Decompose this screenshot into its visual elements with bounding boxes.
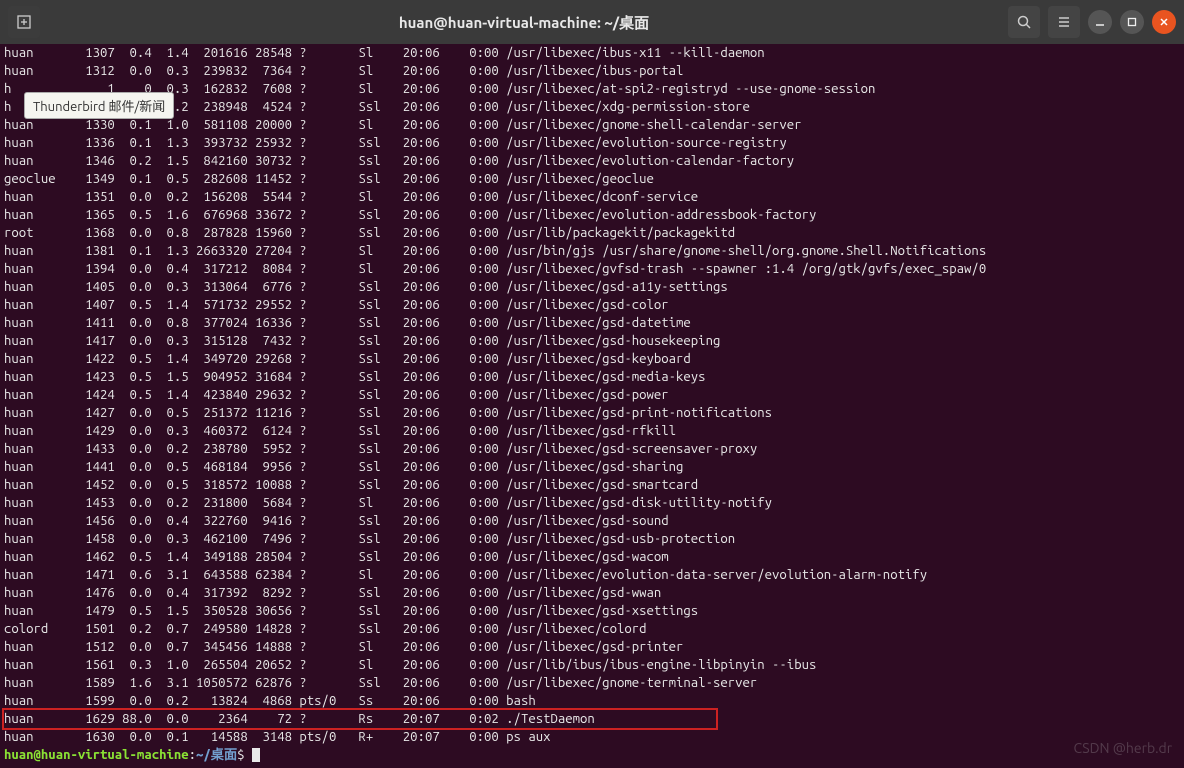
- process-row: huan 1429 0.0 0.3 460372 6124 ? Ssl 20:0…: [4, 422, 1180, 440]
- process-row: colord 1501 0.2 0.7 249580 14828 ? Ssl 2…: [4, 620, 1180, 638]
- process-row: huan 1307 0.4 1.4 201616 28548 ? Sl 20:0…: [4, 44, 1180, 62]
- menu-button[interactable]: [1048, 6, 1080, 38]
- process-row: huan 1479 0.5 1.5 350528 30656 ? Ssl 20:…: [4, 602, 1180, 620]
- process-row: huan 1424 0.5 1.4 423840 29632 ? Ssl 20:…: [4, 386, 1180, 404]
- process-row: huan 1456 0.0 0.4 322760 9416 ? Ssl 20:0…: [4, 512, 1180, 530]
- process-row: huan 1629 88.0 0.0 2364 72 ? Rs 20:07 0:…: [4, 710, 1180, 728]
- maximize-button[interactable]: [1120, 10, 1144, 34]
- process-row: root 1368 0.0 0.8 287828 15960 ? Ssl 20:…: [4, 224, 1180, 242]
- process-row: huan 1346 0.2 1.5 842160 30732 ? Ssl 20:…: [4, 152, 1180, 170]
- process-row: huan 1405 0.0 0.3 313064 6776 ? Ssl 20:0…: [4, 278, 1180, 296]
- terminal-output[interactable]: huan 1307 0.4 1.4 201616 28548 ? Sl 20:0…: [0, 44, 1184, 768]
- menu-icon: [1056, 14, 1072, 30]
- process-row: huan 1381 0.1 1.3 2663320 27204 ? Sl 20:…: [4, 242, 1180, 260]
- process-row: huan 1458 0.0 0.3 462100 7496 ? Ssl 20:0…: [4, 530, 1180, 548]
- process-row: huan 1423 0.5 1.5 904952 31684 ? Ssl 20:…: [4, 368, 1180, 386]
- process-row: huan 1630 0.0 0.1 14588 3148 pts/0 R+ 20…: [4, 728, 1180, 746]
- process-row: huan 1407 0.5 1.4 571732 29552 ? Ssl 20:…: [4, 296, 1180, 314]
- process-row: huan 1462 0.5 1.4 349188 28504 ? Ssl 20:…: [4, 548, 1180, 566]
- close-button[interactable]: [1152, 10, 1176, 34]
- process-row: h 1 0 0.3 162832 7608 ? Sl 20:06 0:00 /u…: [4, 80, 1180, 98]
- process-row: huan 1394 0.0 0.4 317212 8084 ? Sl 20:06…: [4, 260, 1180, 278]
- search-icon: [1016, 14, 1032, 30]
- process-row: geoclue 1349 0.1 0.5 282608 11452 ? Ssl …: [4, 170, 1180, 188]
- process-row: huan 1351 0.0 0.2 156208 5544 ? Sl 20:06…: [4, 188, 1180, 206]
- newtab-icon: [16, 14, 32, 30]
- process-row: huan 1476 0.0 0.4 317392 8292 ? Ssl 20:0…: [4, 584, 1180, 602]
- process-row: huan 1433 0.0 0.2 238780 5952 ? Ssl 20:0…: [4, 440, 1180, 458]
- window-title: huan@huan-virtual-machine: ~/桌面: [46, 12, 1002, 33]
- process-row: huan 1312 0.0 0.3 239832 7364 ? Sl 20:06…: [4, 62, 1180, 80]
- process-row: huan 1561 0.3 1.0 265504 20652 ? Sl 20:0…: [4, 656, 1180, 674]
- process-row: huan 1471 0.6 3.1 643588 62384 ? Sl 20:0…: [4, 566, 1180, 584]
- minimize-button[interactable]: [1088, 10, 1112, 34]
- process-row: huan 1441 0.0 0.5 468184 9956 ? Ssl 20:0…: [4, 458, 1180, 476]
- process-row: huan 1599 0.0 0.2 13824 4868 pts/0 Ss 20…: [4, 692, 1180, 710]
- process-row: huan 1589 1.6 3.1 1050572 62876 ? Ssl 20…: [4, 674, 1180, 692]
- process-row: huan 1427 0.0 0.5 251372 11216 ? Ssl 20:…: [4, 404, 1180, 422]
- watermark: CSDN @herb.dr: [1074, 740, 1172, 756]
- new-tab-button[interactable]: [8, 6, 40, 38]
- process-row: huan 1512 0.0 0.7 345456 14888 ? Sl 20:0…: [4, 638, 1180, 656]
- prompt-line[interactable]: huan@huan-virtual-machine:~/桌面$: [4, 746, 1180, 764]
- close-icon: [1159, 17, 1169, 27]
- process-row: huan 1411 0.0 0.8 377024 16336 ? Ssl 20:…: [4, 314, 1180, 332]
- window-titlebar: huan@huan-virtual-machine: ~/桌面: [0, 0, 1184, 44]
- process-row: huan 1422 0.5 1.4 349720 29268 ? Ssl 20:…: [4, 350, 1180, 368]
- tooltip: Thunderbird 邮件/新闻: [24, 92, 174, 119]
- process-row: huan 1452 0.0 0.5 318572 10088 ? Ssl 20:…: [4, 476, 1180, 494]
- process-row: huan 1336 0.1 1.3 393732 25932 ? Ssl 20:…: [4, 134, 1180, 152]
- minimize-icon: [1095, 17, 1105, 27]
- process-row: huan 1417 0.0 0.3 315128 7432 ? Ssl 20:0…: [4, 332, 1180, 350]
- search-button[interactable]: [1008, 6, 1040, 38]
- process-row: h 1 0 0.2 238948 4524 ? Ssl 20:06 0:00 /…: [4, 98, 1180, 116]
- maximize-icon: [1127, 17, 1137, 27]
- process-row: huan 1453 0.0 0.2 231800 5684 ? Sl 20:06…: [4, 494, 1180, 512]
- process-row: huan 1330 0.1 1.0 581108 20000 ? Sl 20:0…: [4, 116, 1180, 134]
- process-row: huan 1365 0.5 1.6 676968 33672 ? Ssl 20:…: [4, 206, 1180, 224]
